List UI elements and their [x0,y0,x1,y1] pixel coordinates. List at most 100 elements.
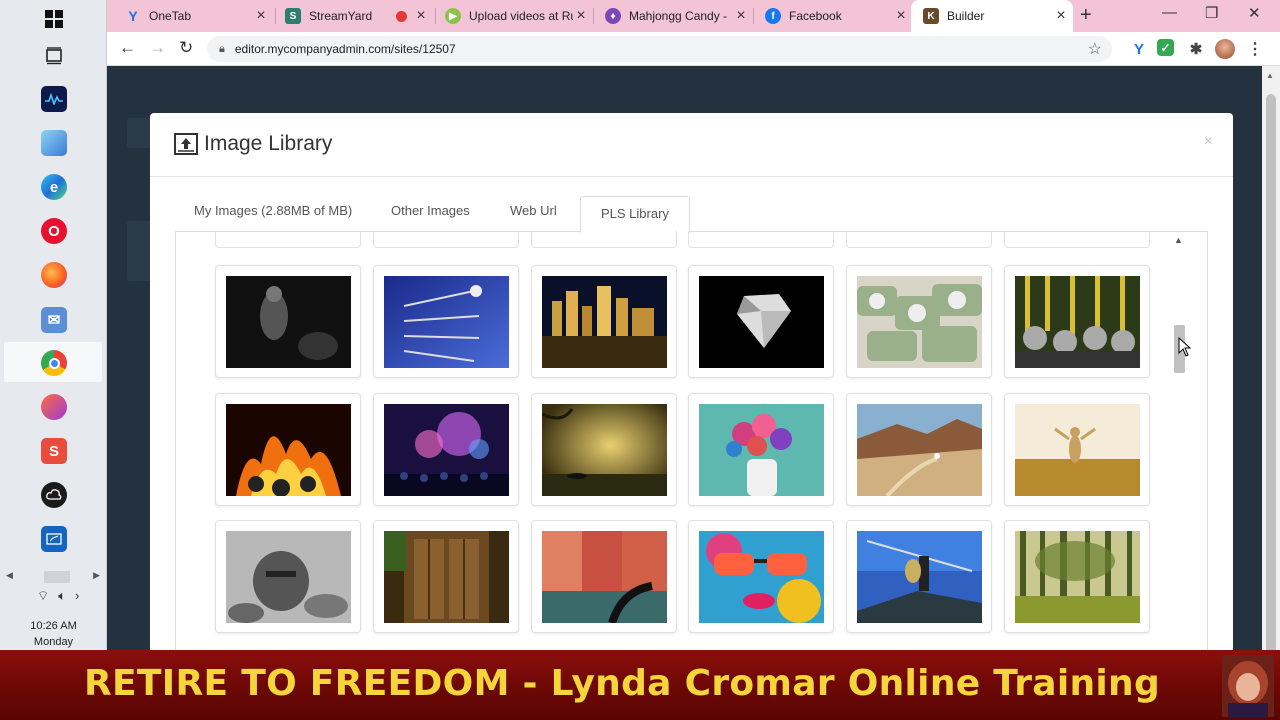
image-thumbnail[interactable] [1015,276,1140,368]
shield-extension-icon[interactable]: ✓ [1157,39,1174,56]
chevron-right-icon[interactable]: › [75,588,79,604]
image-thumbnail[interactable] [226,531,351,623]
image-thumbnail[interactable] [384,531,509,623]
close-window-button[interactable]: ✕ [1248,4,1261,22]
scroll-up-icon[interactable]: ▲ [1266,71,1274,80]
image-card-rolled-dollar-bills[interactable] [846,265,992,378]
snagit-app-icon[interactable]: S [41,438,67,464]
image-thumbnail[interactable] [226,404,351,496]
image-thumbnail[interactable] [384,276,509,368]
scroll-up-icon[interactable]: ▲ [1174,235,1183,245]
minimize-window-button[interactable]: — [1162,4,1177,21]
browser-tab-mahjongg[interactable]: ♦ Mahjongg Candy - × [593,0,753,32]
paint-app-icon[interactable] [41,394,67,420]
tab-my-images[interactable]: My Images (2.88MB of MB) [194,195,352,232]
close-tab-icon[interactable]: × [1053,7,1069,25]
image-card-fire-flames[interactable] [215,393,361,506]
image-thumbnail[interactable] [542,276,667,368]
taskbar-day[interactable]: Monday [0,636,107,648]
browser-tab-facebook[interactable]: f Facebook × [753,0,913,32]
close-tab-icon[interactable]: × [733,7,749,25]
opera-browser-icon[interactable]: O [41,218,67,244]
bookmark-star-icon[interactable]: ☆ [1088,39,1102,59]
image-card-previous-row[interactable] [215,231,361,248]
image-thumbnail[interactable] [699,276,824,368]
streaming-app-icon[interactable] [41,86,67,112]
close-tab-icon[interactable]: × [413,7,429,25]
tab-pls-library[interactable]: PLS Library [580,196,690,233]
image-card-city-skyline-night[interactable] [531,265,677,378]
chrome-browser-icon[interactable] [41,350,67,376]
volume-icon[interactable]: 🔈︎ [58,588,66,604]
image-thumbnail[interactable] [857,404,982,496]
image-card-previous-row[interactable] [531,231,677,248]
browser-menu-icon[interactable]: ⋮ [1245,39,1265,59]
image-thumbnail[interactable] [542,531,667,623]
new-tab-button[interactable]: + [1080,4,1092,27]
image-card-previous-row[interactable] [846,231,992,248]
image-card-darts-in-target-blue[interactable] [373,265,519,378]
forward-arrow-icon[interactable]: → [149,38,166,58]
browser-tab-builder[interactable]: K Builder × [911,0,1073,32]
onetab-extension-icon[interactable]: Y [1129,39,1149,59]
close-tab-icon[interactable]: × [253,7,269,25]
browser-tab-streamyard[interactable]: S StreamYard × [273,0,433,32]
tab-other-images[interactable]: Other Images [391,195,470,232]
image-card-forest-sunlight[interactable] [1004,520,1150,633]
image-card-person-in-field-sunset[interactable] [1004,393,1150,506]
image-card-misty-lake-boat[interactable] [531,393,677,506]
mail-app-icon[interactable]: ✉ [41,307,67,333]
image-card-knight-helmet-bw[interactable] [215,520,361,633]
edge-browser-icon[interactable]: e [41,174,67,200]
image-card-fireworks-crowd[interactable] [373,393,519,506]
extensions-puzzle-icon[interactable]: ✱ [1186,39,1206,59]
scroll-right-icon[interactable]: ▶ [93,570,100,581]
profile-avatar[interactable] [1215,39,1235,59]
reload-icon[interactable]: ↻ [179,38,193,58]
image-thumbnail[interactable] [1015,531,1140,623]
taskbar-scroll-thumb[interactable] [44,571,70,583]
windows-start-icon[interactable] [41,6,67,32]
back-arrow-icon[interactable]: ← [119,38,136,58]
image-card-desert-hiker[interactable] [846,393,992,506]
image-card-graffiti-sunglasses-face[interactable] [688,520,834,633]
image-card-flowers-in-vase[interactable] [688,393,834,506]
image-card-previous-row[interactable] [1004,231,1150,248]
address-bar[interactable]: 🔒︎ editor.mycompanyadmin.com/sites/12507… [207,36,1112,62]
image-thumbnail[interactable] [542,404,667,496]
image-card-old-wooden-door[interactable] [373,520,519,633]
image-grid-scrollbar[interactable]: ▲ [1173,235,1187,645]
image-card-warrior-with-spear[interactable] [846,520,992,633]
taskbar-scroll[interactable]: ◀ ▶ [4,570,102,584]
close-tab-icon[interactable]: × [893,7,909,25]
taskbar-time[interactable]: 10:26 AM [0,620,107,632]
browser-tab-rumble[interactable]: ▶ Upload videos at Ru × [433,0,593,32]
task-view-icon[interactable] [41,43,67,69]
scroll-left-icon[interactable]: ◀ [6,570,13,581]
tab-web-url[interactable]: Web Url [510,195,557,232]
image-thumbnail[interactable] [857,531,982,623]
image-thumbnail[interactable] [699,404,824,496]
image-thumbnail[interactable] [857,276,982,368]
video-editor-icon[interactable] [41,526,67,552]
close-tab-icon[interactable]: × [573,7,589,25]
image-card-previous-row[interactable] [688,231,834,248]
image-card-venice-canal-gondola[interactable] [531,520,677,633]
image-thumbnail[interactable] [699,531,824,623]
browser-tab-onetab[interactable]: Y OneTab × [113,0,273,32]
restore-window-button[interactable]: ❐ [1205,4,1218,22]
url-text[interactable]: editor.mycompanyadmin.com/sites/12507 [235,42,456,56]
firefox-browser-icon[interactable] [41,262,67,288]
image-card-helmets-and-bamboo[interactable] [1004,265,1150,378]
notes-app-icon[interactable] [41,130,67,156]
lock-icon[interactable]: 🔒︎ [219,43,225,56]
image-card-previous-row[interactable] [373,231,519,248]
image-thumbnail[interactable] [1015,404,1140,496]
image-thumbnail[interactable] [226,276,351,368]
cloud-app-icon[interactable] [41,482,67,508]
page-scrollbar-thumb[interactable] [1266,94,1276,694]
wifi-icon[interactable]: ⌔ [37,588,49,604]
image-card-diamond-on-black[interactable] [688,265,834,378]
page-scrollbar[interactable]: ▲ [1262,66,1280,694]
image-card-man-on-motorcycle-dark[interactable] [215,265,361,378]
